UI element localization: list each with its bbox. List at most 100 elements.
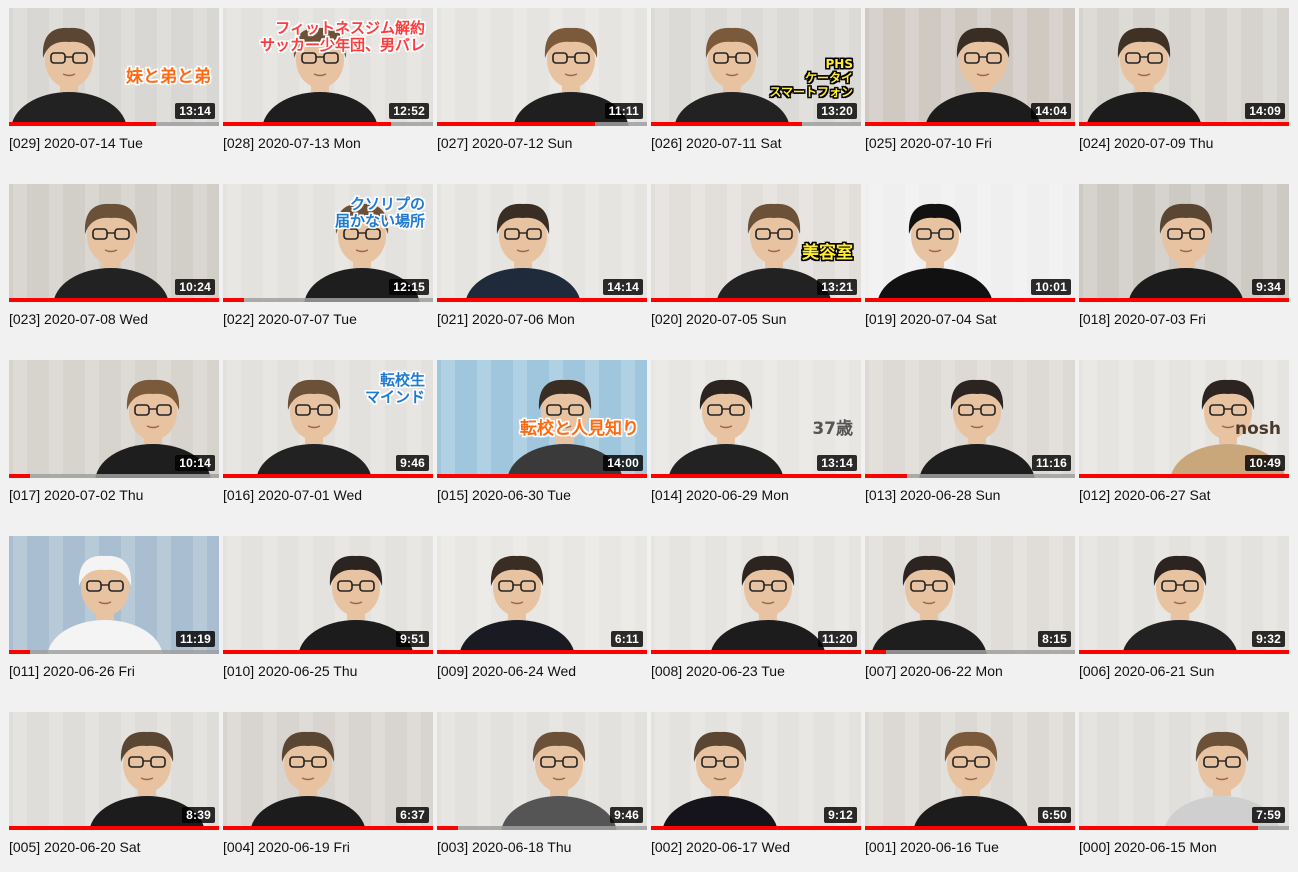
video-thumbnail[interactable]: 9:34 [1079, 184, 1289, 302]
video-thumbnail[interactable]: 14:14 [437, 184, 647, 302]
video-title[interactable]: [019] 2020-07-04 Sat [865, 311, 997, 327]
video-title[interactable]: [008] 2020-06-23 Tue [651, 663, 785, 679]
video-thumbnail[interactable]: 11:20 [651, 536, 861, 654]
video-title[interactable]: [023] 2020-07-08 Wed [9, 311, 148, 327]
video-thumbnail[interactable]: 妹と弟と弟 13:14 [9, 8, 219, 126]
video-card[interactable]: 6:50 [001] 2020-06-16 Tue [865, 712, 1075, 872]
video-thumbnail[interactable]: nosh 10:49 [1079, 360, 1289, 478]
video-card[interactable]: 14:09 [024] 2020-07-09 Thu [1079, 8, 1289, 168]
video-thumbnail[interactable]: 11:11 [437, 8, 647, 126]
video-title[interactable]: [005] 2020-06-20 Sat [9, 839, 141, 855]
video-thumbnail[interactable]: 10:24 [9, 184, 219, 302]
video-card[interactable]: 8:15 [007] 2020-06-22 Mon [865, 536, 1075, 696]
watch-progress-fill [1079, 650, 1289, 654]
video-card[interactable]: 転校生 マインド 9:46 [016] 2020-07-01 Wed [223, 360, 433, 520]
video-thumbnail[interactable]: 6:50 [865, 712, 1075, 830]
video-card[interactable]: 37歳 13:14 [014] 2020-06-29 Mon [651, 360, 861, 520]
video-title[interactable]: [020] 2020-07-05 Sun [651, 311, 786, 327]
video-title[interactable]: [018] 2020-07-03 Fri [1079, 311, 1206, 327]
video-title[interactable]: [003] 2020-06-18 Thu [437, 839, 571, 855]
video-card[interactable]: 9:32 [006] 2020-06-21 Sun [1079, 536, 1289, 696]
video-title[interactable]: [028] 2020-07-13 Mon [223, 135, 361, 151]
video-title[interactable]: [014] 2020-06-29 Mon [651, 487, 789, 503]
duration-badge: 13:14 [817, 455, 857, 471]
video-thumbnail[interactable]: PHS ケータイ スマートフォン 13:20 [651, 8, 861, 126]
video-title[interactable]: [009] 2020-06-24 Wed [437, 663, 576, 679]
video-thumbnail[interactable]: 6:11 [437, 536, 647, 654]
video-thumbnail[interactable]: 9:32 [1079, 536, 1289, 654]
video-thumbnail[interactable]: 11:16 [865, 360, 1075, 478]
video-title[interactable]: [002] 2020-06-17 Wed [651, 839, 790, 855]
video-thumbnail[interactable]: 転校生 マインド 9:46 [223, 360, 433, 478]
video-title[interactable]: [029] 2020-07-14 Tue [9, 135, 143, 151]
video-thumbnail[interactable]: 10:14 [9, 360, 219, 478]
video-card[interactable]: 10:14 [017] 2020-07-02 Thu [9, 360, 219, 520]
video-card[interactable]: 11:11 [027] 2020-07-12 Sun [437, 8, 647, 168]
video-thumbnail[interactable]: 転校と人見知り 14:00 [437, 360, 647, 478]
video-thumbnail[interactable]: 9:46 [437, 712, 647, 830]
video-title[interactable]: [000] 2020-06-15 Mon [1079, 839, 1217, 855]
watch-progress-fill [223, 122, 391, 126]
video-title[interactable]: [011] 2020-06-26 Fri [9, 663, 135, 679]
thumbnail-caption: nosh [1234, 419, 1281, 439]
video-card[interactable]: nosh 10:49 [012] 2020-06-27 Sat [1079, 360, 1289, 520]
video-title[interactable]: [013] 2020-06-28 Sun [865, 487, 1000, 503]
duration-badge: 6:50 [1038, 807, 1071, 823]
video-title[interactable]: [007] 2020-06-22 Mon [865, 663, 1003, 679]
video-thumbnail[interactable]: 美容室 13:21 [651, 184, 861, 302]
video-card[interactable]: 10:24 [023] 2020-07-08 Wed [9, 184, 219, 344]
watch-progress-fill [9, 826, 219, 830]
video-card[interactable]: 8:39 [005] 2020-06-20 Sat [9, 712, 219, 872]
video-thumbnail[interactable]: クソリプの 届かない場所 12:15 [223, 184, 433, 302]
video-thumbnail[interactable]: 9:12 [651, 712, 861, 830]
video-thumbnail[interactable]: 14:04 [865, 8, 1075, 126]
video-title[interactable]: [022] 2020-07-07 Tue [223, 311, 357, 327]
watch-progress-bar [223, 298, 433, 302]
video-card[interactable]: フィットネスジム解約 サッカー少年団、男バレ 12:52 [028] 2020-07… [223, 8, 433, 168]
video-thumbnail[interactable]: 8:15 [865, 536, 1075, 654]
video-card[interactable]: 11:19 [011] 2020-06-26 Fri [9, 536, 219, 696]
video-title[interactable]: [021] 2020-07-06 Mon [437, 311, 575, 327]
video-title[interactable]: [016] 2020-07-01 Wed [223, 487, 362, 503]
video-card[interactable]: 7:59 [000] 2020-06-15 Mon [1079, 712, 1289, 872]
video-thumbnail[interactable]: 10:01 [865, 184, 1075, 302]
video-title[interactable]: [010] 2020-06-25 Thu [223, 663, 357, 679]
video-thumbnail[interactable]: 14:09 [1079, 8, 1289, 126]
video-thumbnail[interactable]: 8:39 [9, 712, 219, 830]
video-title[interactable]: [025] 2020-07-10 Fri [865, 135, 992, 151]
video-card[interactable]: 美容室 13:21 [020] 2020-07-05 Sun [651, 184, 861, 344]
video-card[interactable]: 9:34 [018] 2020-07-03 Fri [1079, 184, 1289, 344]
video-thumbnail[interactable]: 11:19 [9, 536, 219, 654]
video-title[interactable]: [017] 2020-07-02 Thu [9, 487, 143, 503]
video-card[interactable]: クソリプの 届かない場所 12:15 [022] 2020-07-07 Tue [223, 184, 433, 344]
video-title[interactable]: [012] 2020-06-27 Sat [1079, 487, 1211, 503]
video-title[interactable]: [027] 2020-07-12 Sun [437, 135, 572, 151]
video-card[interactable]: 妹と弟と弟 13:14 [029] 2020-07-14 Tue [9, 8, 219, 168]
video-title[interactable]: [001] 2020-06-16 Tue [865, 839, 999, 855]
video-card[interactable]: 9:12 [002] 2020-06-17 Wed [651, 712, 861, 872]
video-card[interactable]: 11:20 [008] 2020-06-23 Tue [651, 536, 861, 696]
duration-badge: 14:09 [1245, 103, 1285, 119]
video-thumbnail[interactable]: フィットネスジム解約 サッカー少年団、男バレ 12:52 [223, 8, 433, 126]
duration-badge: 9:46 [610, 807, 643, 823]
video-card[interactable]: PHS ケータイ スマートフォン 13:20 [026] 2020-07-11 Sa… [651, 8, 861, 168]
video-card[interactable]: 11:16 [013] 2020-06-28 Sun [865, 360, 1075, 520]
watch-progress-bar [223, 474, 433, 478]
video-thumbnail[interactable]: 9:51 [223, 536, 433, 654]
video-title[interactable]: [004] 2020-06-19 Fri [223, 839, 350, 855]
video-title[interactable]: [015] 2020-06-30 Tue [437, 487, 571, 503]
video-card[interactable]: 14:14 [021] 2020-07-06 Mon [437, 184, 647, 344]
video-thumbnail[interactable]: 7:59 [1079, 712, 1289, 830]
video-thumbnail[interactable]: 6:37 [223, 712, 433, 830]
video-card[interactable]: 9:46 [003] 2020-06-18 Thu [437, 712, 647, 872]
video-card[interactable]: 転校と人見知り 14:00 [015] 2020-06-30 Tue [437, 360, 647, 520]
video-title[interactable]: [006] 2020-06-21 Sun [1079, 663, 1214, 679]
video-card[interactable]: 6:37 [004] 2020-06-19 Fri [223, 712, 433, 872]
video-card[interactable]: 9:51 [010] 2020-06-25 Thu [223, 536, 433, 696]
video-card[interactable]: 10:01 [019] 2020-07-04 Sat [865, 184, 1075, 344]
video-card[interactable]: 14:04 [025] 2020-07-10 Fri [865, 8, 1075, 168]
video-title[interactable]: [026] 2020-07-11 Sat [651, 135, 782, 151]
video-title[interactable]: [024] 2020-07-09 Thu [1079, 135, 1213, 151]
video-card[interactable]: 6:11 [009] 2020-06-24 Wed [437, 536, 647, 696]
video-thumbnail[interactable]: 37歳 13:14 [651, 360, 861, 478]
